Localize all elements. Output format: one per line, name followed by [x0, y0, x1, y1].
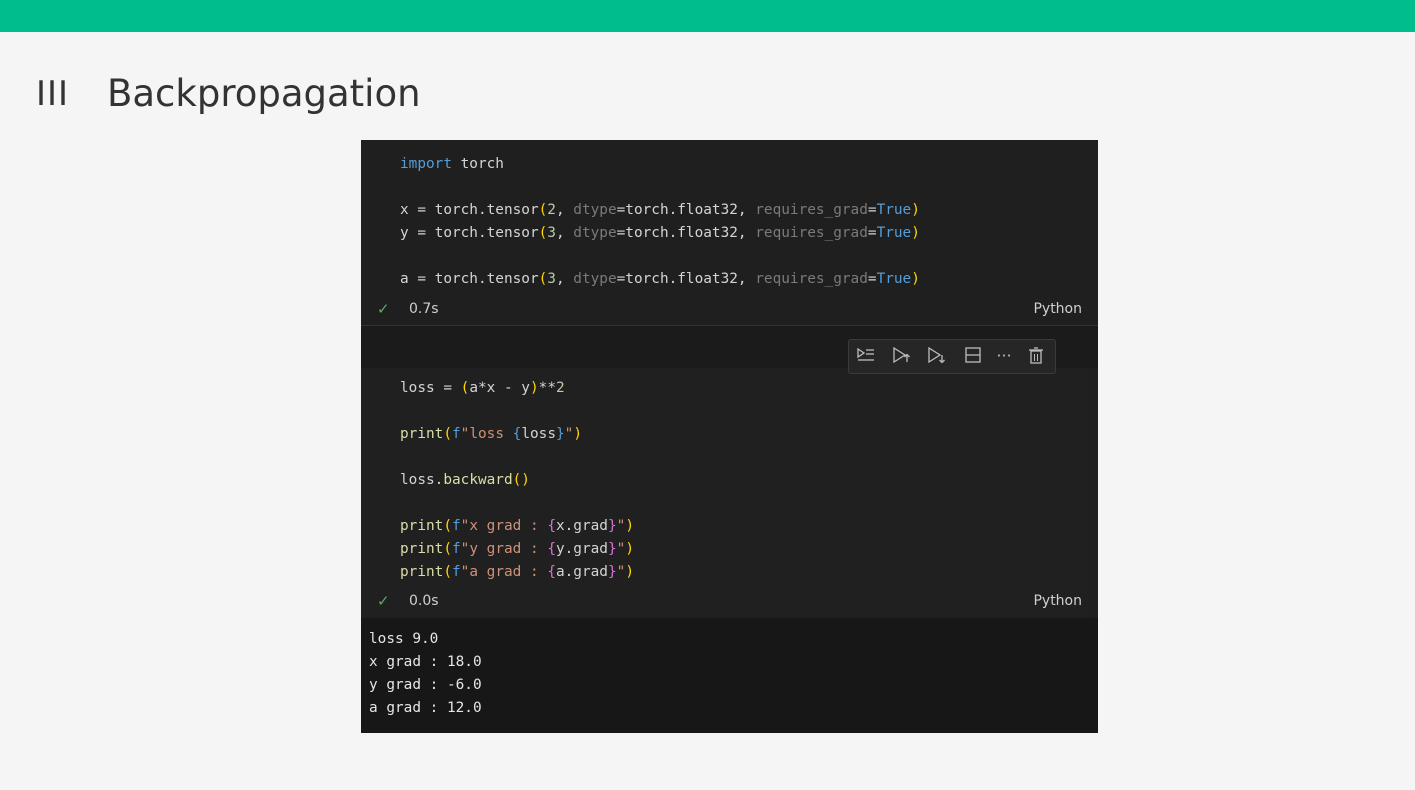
top-accent-bar — [0, 0, 1415, 32]
code-cell-2[interactable]: loss = (a*x - y)**2 print(f"loss {loss}"… — [400, 377, 634, 584]
code-line: a = torch.tensor(3, dtype=torch.float32,… — [400, 271, 920, 287]
execute-below-icon[interactable] — [925, 346, 947, 366]
execute-above-icon[interactable] — [890, 346, 912, 366]
output-line: loss 9.0 — [369, 631, 439, 647]
code-line: import torch — [400, 156, 504, 172]
kernel-language[interactable]: Python — [1033, 301, 1082, 317]
output-text: loss 9.0 x grad : 18.0 y grad : -6.0 a g… — [369, 628, 482, 720]
cell-1-status: ✓ 0.7s Python — [361, 300, 1098, 322]
cell-output: loss 9.0 x grad : 18.0 y grad : -6.0 a g… — [361, 618, 1098, 733]
code-line: print(f"x grad : {x.grad}") — [400, 518, 634, 534]
output-line: a grad : 12.0 — [369, 700, 482, 716]
execution-time: 0.0s — [409, 593, 439, 609]
cell-2-status: ✓ 0.0s Python — [361, 592, 1098, 614]
slide-number: III — [36, 74, 70, 114]
cell-toolbar: ··· — [848, 339, 1056, 374]
code-line: loss.backward() — [400, 472, 530, 488]
code-line: x = torch.tensor(2, dtype=torch.float32,… — [400, 202, 920, 218]
check-icon: ✓ — [377, 592, 390, 610]
code-line: loss = (a*x - y)**2 — [400, 380, 565, 396]
slide-title: Backpropagation — [107, 72, 421, 115]
run-by-line-icon[interactable] — [855, 346, 877, 366]
code-line: y = torch.tensor(3, dtype=torch.float32,… — [400, 225, 920, 241]
more-icon[interactable]: ··· — [993, 346, 1015, 366]
notebook-screenshot: import torch x = torch.tensor(2, dtype=t… — [361, 140, 1098, 733]
split-cell-icon[interactable] — [962, 346, 984, 366]
check-icon: ✓ — [377, 300, 390, 318]
delete-icon[interactable] — [1025, 346, 1047, 366]
output-line: x grad : 18.0 — [369, 654, 482, 670]
code-line: print(f"y grad : {y.grad}") — [400, 541, 634, 557]
code-line: print(f"loss {loss}") — [400, 426, 582, 442]
execution-time: 0.7s — [409, 301, 439, 317]
output-line: y grad : -6.0 — [369, 677, 482, 693]
code-line: print(f"a grad : {a.grad}") — [400, 564, 634, 580]
code-cell-1[interactable]: import torch x = torch.tensor(2, dtype=t… — [400, 153, 920, 291]
kernel-language[interactable]: Python — [1033, 593, 1082, 609]
